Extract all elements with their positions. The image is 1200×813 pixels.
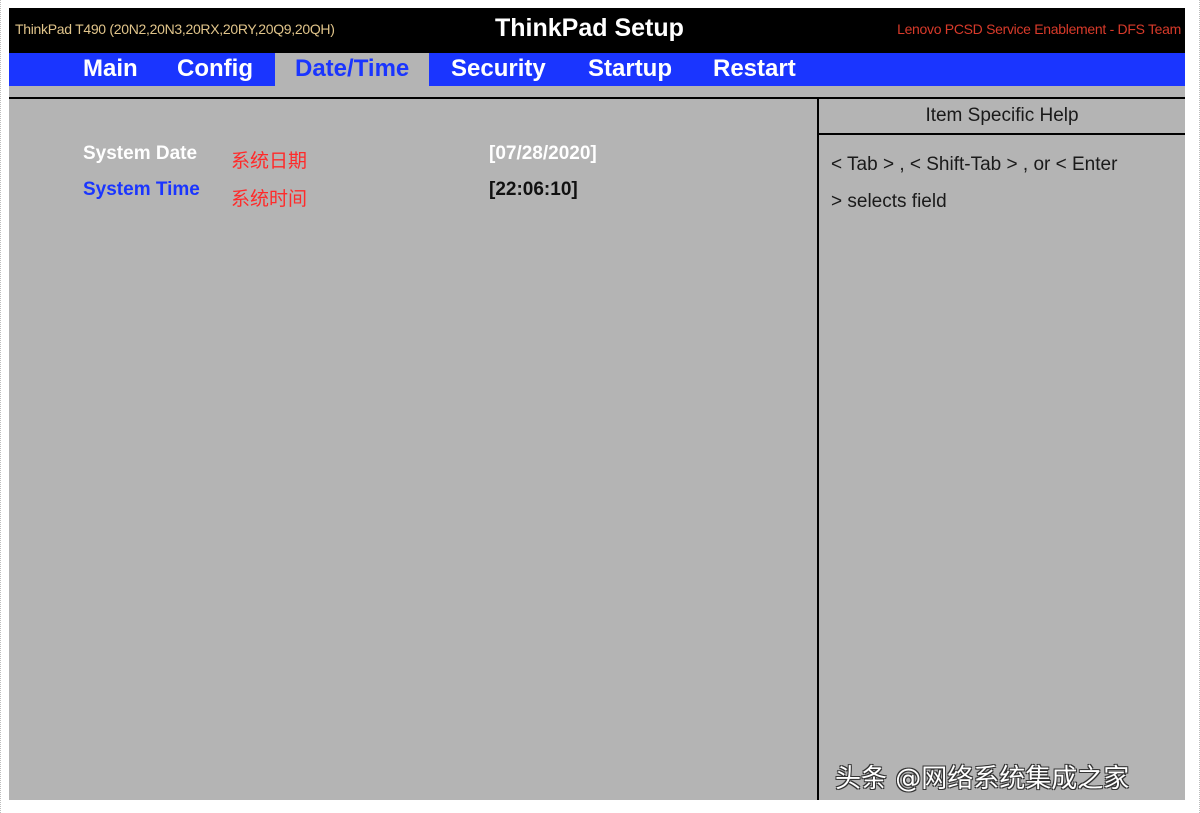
bios-screen: ThinkPad T490 (20N2,20N3,20RX,20RY,20Q9,…	[9, 8, 1185, 800]
system-date-annotation: 系统日期	[231, 150, 308, 172]
help-divider	[817, 97, 819, 800]
tab-main[interactable]: Main	[83, 53, 138, 86]
team-info: Lenovo PCSD Service Enablement - DFS Tea…	[897, 21, 1181, 37]
help-line: < Tab > , < Shift-Tab > , or < Enter	[831, 154, 1118, 175]
system-time-value[interactable]: [22:06:10]	[489, 179, 578, 201]
system-date-label[interactable]: System Date	[83, 143, 197, 165]
system-time-annotation: 系统时间	[231, 188, 308, 210]
tab-security[interactable]: Security	[451, 53, 546, 86]
help-title: Item Specific Help	[819, 99, 1185, 135]
frame-edge-left	[0, 0, 2, 813]
model-info: ThinkPad T490 (20N2,20N3,20RX,20RY,20Q9,…	[15, 21, 335, 37]
tab-config[interactable]: Config	[177, 53, 253, 86]
system-time-label[interactable]: System Time	[83, 179, 200, 201]
setup-title: ThinkPad Setup	[495, 14, 684, 42]
menu-bar: Main Config Date/Time Security Startup R…	[9, 53, 1185, 86]
system-date-value[interactable]: [07/28/2020]	[489, 143, 597, 165]
watermark: 头条 @网络系统集成之家	[835, 764, 1130, 794]
tab-restart[interactable]: Restart	[713, 53, 796, 86]
help-text: < Tab > , < Shift-Tab > , or < Enter > s…	[831, 146, 1171, 220]
title-bar: ThinkPad T490 (20N2,20N3,20RX,20RY,20Q9,…	[9, 8, 1185, 53]
help-line: > selects field	[831, 191, 947, 212]
tab-startup[interactable]: Startup	[588, 53, 672, 86]
tab-date-time[interactable]: Date/Time	[275, 53, 430, 86]
